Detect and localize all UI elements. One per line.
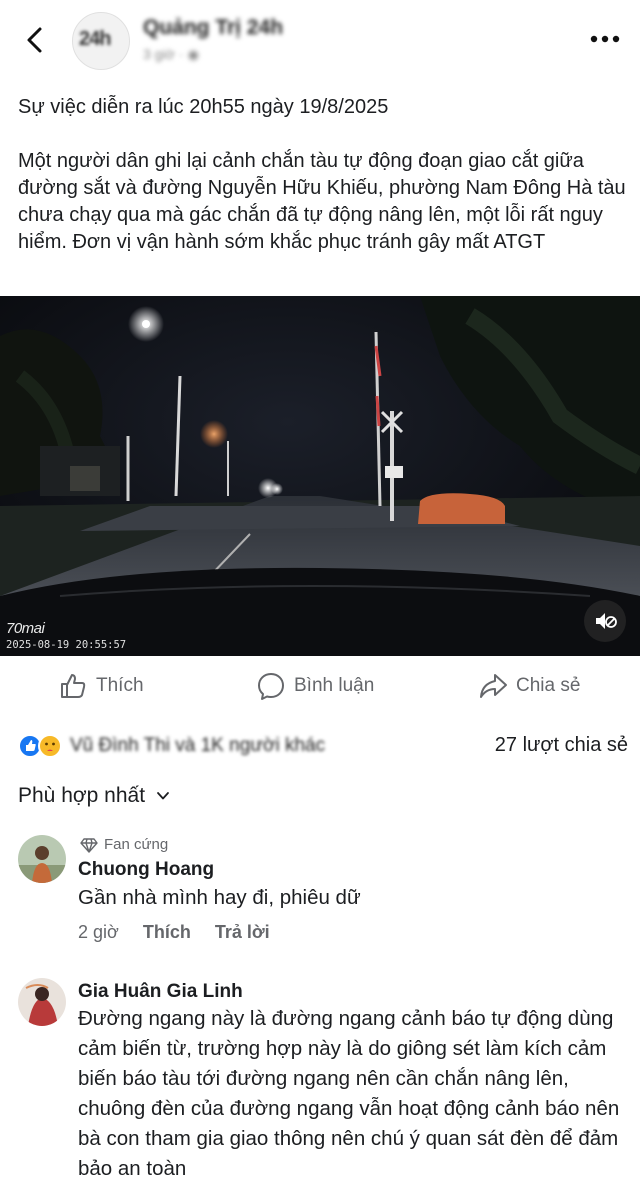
share-label: Chia sẻ [516,675,581,696]
video-watermark-logo: 70mai [6,620,45,637]
chevron-down-icon [157,792,169,800]
like-label: Thích [96,675,144,696]
comment-text: Đường ngang này là đường ngang cảnh báo … [78,1007,620,1180]
like-button[interactable]: Thích [58,662,144,710]
video-frame [0,296,640,656]
page-name[interactable]: Quảng Trị 24h [143,16,283,40]
avatar-image [18,835,66,883]
post-action-bar: Thích Bình luận Chia sẻ [0,662,640,710]
share-count[interactable]: 27 lượt chia sẻ [495,734,628,757]
comment-time: 2 giờ [78,922,119,942]
share-button[interactable]: Chia sẻ [478,662,580,710]
share-icon [480,674,507,698]
comment-sort-dropdown[interactable]: Phù hợp nhất [18,784,171,808]
comment-button[interactable]: Bình luận [256,662,374,710]
sort-label: Phù hợp nhất [18,784,146,807]
comment-author[interactable]: Gia Huân Gia Linh [78,981,243,1003]
mute-button[interactable] [584,600,626,642]
mute-icon [596,613,617,629]
care-reaction-icon [38,734,62,758]
reaction-names: Vũ Đình Thi và 1K người khác [70,735,326,756]
comment-like-button[interactable]: Thích [143,922,191,943]
avatar-image [18,978,66,1026]
back-arrow-icon[interactable] [18,22,54,58]
comment-avatar[interactable] [18,978,66,1026]
comment-label: Bình luận [294,675,375,696]
comment-meta: 2 giờ Thích Trả lời [78,922,270,943]
like-reaction-icon [18,734,42,758]
reaction-summary[interactable]: Vũ Đình Thi và 1K người khác 27 lượt chi… [18,732,628,760]
post-text: Sự việc diễn ra lúc 20h55 ngày 19/8/2025… [18,96,626,253]
comment-reply-button[interactable]: Trả lời [215,922,270,943]
more-icon[interactable] [588,24,622,54]
post-header: 24h Quảng Trị 24h 3 giờ · ◉ [0,0,640,80]
page-avatar[interactable]: 24h [72,12,130,70]
video-timestamp: 2025-08-19 20:55:57 [6,639,127,651]
post-meta: 3 giờ · ◉ [143,46,200,62]
badge-label: Fan cứng [104,836,169,853]
video-player[interactable] [0,296,640,656]
comment-text: Gần nhà mình hay đi, phiêu dữ [78,886,361,909]
diamond-icon [80,837,98,853]
fan-badge: Fan cứng [80,836,168,853]
like-icon [61,674,86,698]
reaction-icons [18,734,62,758]
comment-avatar[interactable] [18,835,66,883]
comment-author[interactable]: Chuong Hoang [78,859,214,881]
comment-icon [258,673,284,700]
